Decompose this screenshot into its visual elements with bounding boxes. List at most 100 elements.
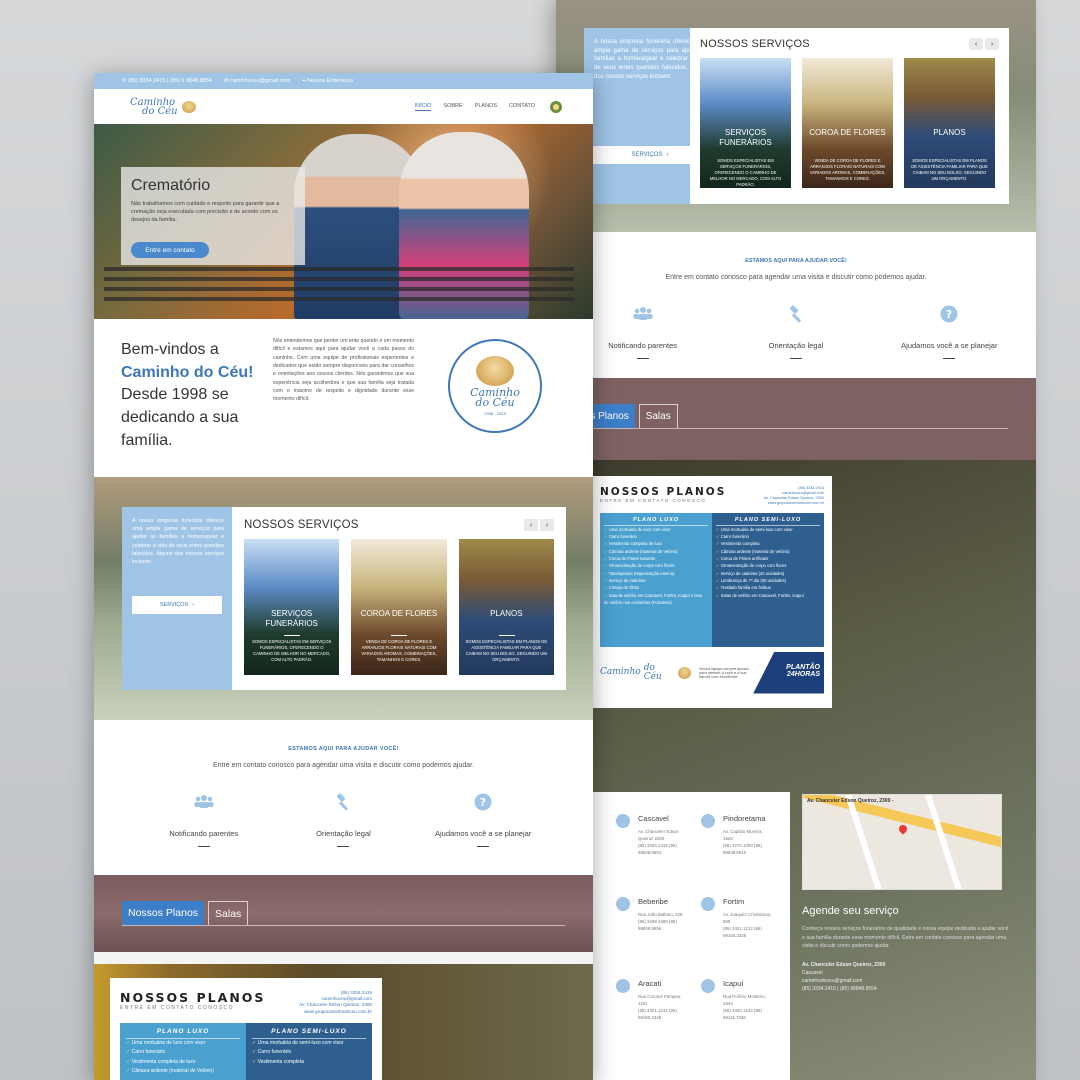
tab-nossos-planos[interactable]: Nossos Planos [122, 901, 205, 925]
tile-desc: SOMOS ESPECIALISTAS EM SERVIÇOS FUNERÁRI… [252, 639, 332, 663]
location-city: Fortim [723, 897, 745, 906]
list-item: Cortejo de Óbito [604, 584, 708, 591]
list-item: Traslado família em ônibus [716, 584, 820, 591]
tile-title: PLANOS [490, 609, 523, 618]
location-city: Cascavel [638, 814, 669, 823]
col-title: PLANO LUXO [126, 1025, 240, 1039]
luxo-list: Urna mortuária de luxo com visor Carro f… [604, 526, 708, 607]
back-tile-planos[interactable]: PLANOS SOMOS ESPECIALISTAS EM PLANOS DE … [904, 58, 995, 188]
location-phones: (85) 3275.1000 (85) 98848.8610 [723, 843, 762, 856]
map-pin-icon [616, 897, 630, 911]
tab-salas[interactable]: Salas [208, 901, 249, 925]
services-section: A nossa empresa funerária oferece uma am… [94, 477, 593, 720]
tile-coroa-de-flores[interactable]: COROA DE FLORES VENDA DE COROA DE FLORES… [351, 539, 447, 675]
plans-contact: (85) 3334.2415 caminhoceu@gmail.com Av. … [299, 990, 372, 1015]
back-tile-desc: SOMOS ESPECIALISTAS EM PLANOS DE ASSISTÊ… [911, 158, 988, 182]
nav-planos[interactable]: PLANOS [475, 103, 497, 111]
list-item: Serviço de cadeiras (20 unidades) [716, 570, 820, 577]
welcome-section: Bem-vindos a Caminho do Céu! Desde 1998 … [94, 319, 593, 477]
back-feature-legal: Orientação legal [731, 304, 861, 359]
luxo-list: Urna mortuária de luxo com visor Carro f… [126, 1039, 240, 1077]
col-plano-luxo: PLANO LUXO Urna mortuária de luxo com vi… [120, 1022, 246, 1080]
location-address: Av. Joaquim Crisóstomo, 865 [723, 912, 772, 925]
semi-list: Urna mortuária de semi-luxo com visor Ca… [716, 526, 820, 599]
carousel-prev-arrow[interactable]: ‹ [524, 519, 538, 531]
feature-label: Notificando parentes [169, 829, 239, 838]
people-icon [633, 307, 653, 320]
back-plans-card: NOSSOS PLANOS ENTRE EM CONTATO CONOSCO (… [592, 476, 832, 708]
back-feature-plan: ? Ajudamos você a se planejar [884, 304, 1014, 359]
map-pin-icon [701, 814, 715, 828]
angel-logo-icon [181, 100, 196, 113]
feature-orientacao: Orientação legal [278, 792, 408, 847]
list-item: Tanatopraxia (Higienização interna) [604, 570, 708, 577]
nav-inicio[interactable]: INÍCIO [414, 103, 432, 111]
location-address: Av. Chanceler Edson Queiroz 2300 [638, 829, 679, 842]
location-city: Beberibe [638, 897, 669, 906]
google-map[interactable]: Av. Chanceler Edson Queiroz, 2300 - [802, 794, 1002, 890]
list-item: Sala de velório em Cascavel, Fortim, Ica… [604, 592, 708, 607]
seal-badge-icon [550, 100, 562, 113]
chevron-right-icon: › [666, 151, 669, 158]
topbar-phones[interactable]: ✆ (85) 3334.2415 | (85) 9 9848.8854 [122, 78, 212, 84]
list-item: Ornamentação de corpo com flores [716, 562, 820, 569]
location-address: Av. Capitão Moreira, 1526 [723, 829, 763, 842]
nav-contato[interactable]: CONTATO [509, 103, 535, 111]
agende-phones[interactable]: (85) 3334.2415 | (85) 98848.8554 [802, 985, 1012, 993]
back-plans-card-subtitle: ENTRE EM CONTATO CONOSCO [600, 498, 707, 503]
list-item: Vestimenta completa [716, 540, 820, 547]
col-title: PLANO SEMI-LUXO [716, 515, 820, 526]
divider [391, 635, 408, 636]
question-icon: ? [474, 793, 492, 811]
location-address: Rua Coronel Pompeu, 1191 [638, 994, 682, 1007]
location-icapui: Icapuí Rua Porfírio Monteiro, 1544 (85) … [701, 979, 773, 1021]
location-aracati: Aracati Rua Coronel Pompeu, 1191 (85) 34… [616, 979, 688, 1021]
back-feature-parents: Notificando parentes [578, 304, 708, 359]
back-tile-funerarios[interactable]: SERVIÇOS FUNERÁRIOS SOMOS ESPECIALISTAS … [700, 58, 791, 188]
list-item: Serviço de cadeiras [604, 577, 708, 584]
plans-card-subtitle: ENTRE EM CONTATO CONOSCO [120, 1005, 235, 1011]
topbar-location[interactable]: ⌖ Nossos Endereços [302, 78, 353, 85]
back-features: Notificando parentes Orientação legal ? … [556, 304, 1036, 359]
hero-title: Crematório [131, 177, 211, 194]
services-button[interactable]: SERVIÇOS › [132, 596, 222, 614]
hero-text: Não trabalhamos com cuidado e respeito p… [131, 201, 280, 223]
back-tab-salas[interactable]: Salas [638, 404, 678, 428]
back-next-arrow[interactable]: › [985, 38, 999, 50]
feature-planejar: ? Ajudamos você a se planejar [418, 792, 548, 847]
topbar-email-text: caminhoceu@gmail.com [229, 78, 291, 84]
carousel-next-arrow[interactable]: › [540, 519, 554, 531]
location-address: Rua João Balbino, 228 [638, 912, 683, 917]
tile-title: SERVIÇOS FUNERÁRIOS [265, 609, 318, 629]
list-item: Urna mortuária de semi-luxo com visor [252, 1039, 366, 1049]
back-services-card: NOSSOS SERVIÇOS ‹ › SERVIÇOS FUNERÁRIOS … [690, 28, 1009, 204]
nav-sobre[interactable]: SOBRE [443, 103, 462, 111]
plantao-label: PLANTÃO [786, 663, 820, 671]
back-help-section: ESTAMOS AQUI PARA AJUDAR VOCÊ! Entre em … [556, 232, 1036, 378]
divider [789, 358, 802, 359]
map-label: Av. Chanceler Edson Queiroz, 2300 - [807, 798, 894, 804]
agende-email[interactable]: caminhodoceu@gmail.com [802, 977, 1012, 985]
plans-card-head: NOSSOS PLANOS ENTRE EM CONTATO CONOSCO (… [120, 990, 372, 1015]
back-prev-arrow[interactable]: ‹ [969, 38, 983, 50]
agende-section: Agende seu serviço Conheça nossos serviç… [802, 905, 1012, 993]
map-marker-icon[interactable] [897, 823, 909, 835]
tab-underline [122, 925, 565, 926]
carousel-arrows: ‹ › [524, 519, 554, 531]
list-item: Urna mortuária de luxo com visor [604, 526, 708, 533]
question-icon: ? [940, 305, 958, 323]
plans-area: NOSSOS PLANOS ENTRE EM CONTATO CONOSCO (… [94, 964, 593, 1080]
back-tile-coroa[interactable]: COROA DE FLORES VENDA DE COROA DE FLORES… [802, 58, 893, 188]
topbar-email[interactable]: ✉ caminhoceu@gmail.com [224, 78, 290, 84]
map-pin-icon [616, 979, 630, 993]
hero-cta-button[interactable]: Entre em contato [131, 242, 209, 258]
location-city: Aracati [638, 979, 662, 988]
back-plans-cols: PLANO LUXO Urna mortuária de luxo com vi… [600, 512, 824, 647]
service-tiles: SERVIÇOS FUNERÁRIOS SOMOS ESPECIALISTAS … [244, 539, 554, 675]
back-tile-title: COROA DE FLORES [809, 128, 886, 137]
people-icon [194, 795, 214, 808]
tile-servicos-funerarios[interactable]: SERVIÇOS FUNERÁRIOS SOMOS ESPECIALISTAS … [244, 539, 340, 675]
site-logo[interactable]: Caminho do Céu [130, 97, 196, 116]
help-section: ESTAMOS AQUI PARA AJUDAR VOCÊ! Entre em … [94, 720, 593, 875]
tile-planos[interactable]: PLANOS SOMOS ESPECIALISTAS EM PLANOS DE … [458, 539, 554, 675]
